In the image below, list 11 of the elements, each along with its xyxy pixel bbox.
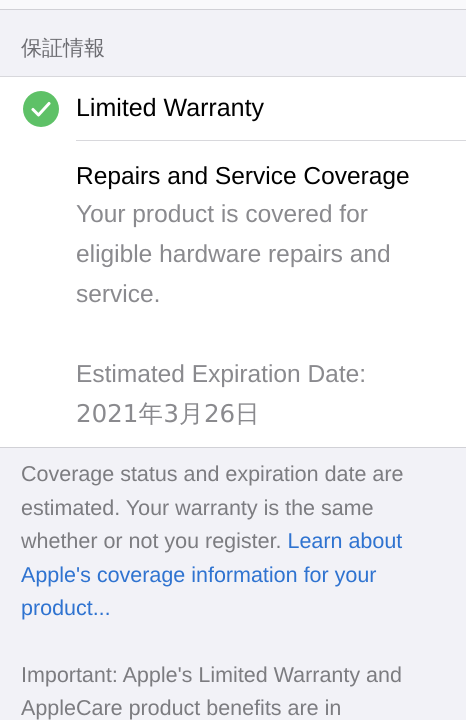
expiration-date: 2021年3月26日 — [76, 398, 262, 430]
expiration-label: Estimated Expiration Date: — [76, 360, 368, 390]
coverage-description: Your product is covered for eligible hardware repairs and service. — [76, 200, 392, 310]
important-note: Important: Apple's Limited Warranty and AppleCare product benefits are in — [21, 662, 403, 720]
coverage-link[interactable]: product... — [21, 596, 111, 620]
coverage-title: Repairs and Service Coverage — [76, 162, 411, 192]
section-header: 保証情報 — [21, 34, 105, 62]
warranty-title: Limited Warranty — [76, 92, 264, 124]
coverage-link[interactable]: Learn about — [288, 529, 402, 553]
footer-text: Coverage status and expiration date are estimated. Your warranty is the same whether or not you register. Learn about Apple's coverage information for your product... — [21, 461, 404, 622]
coverage-link[interactable]: Apple's coverage information for your — [21, 562, 376, 586]
